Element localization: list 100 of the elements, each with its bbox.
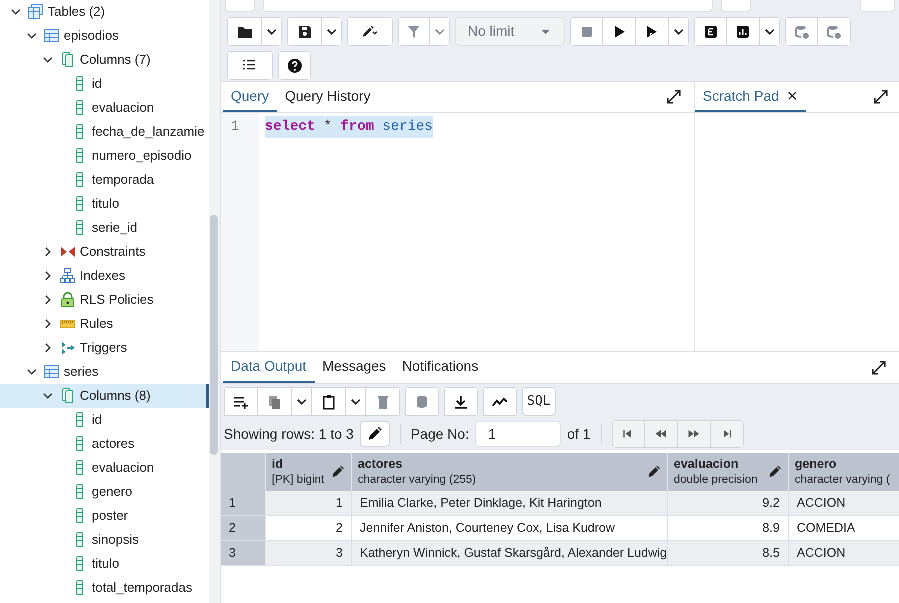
- save-data-button[interactable]: [405, 387, 439, 416]
- next-page-button[interactable]: [678, 420, 711, 448]
- column-header[interactable]: actores character varying (255): [352, 453, 668, 491]
- tree-item[interactable]: actores: [0, 432, 209, 456]
- tree-item[interactable]: Columns (7): [0, 48, 209, 72]
- paste-button[interactable]: [312, 387, 346, 416]
- filter-button[interactable]: [398, 17, 430, 46]
- tab[interactable]: Query History: [277, 82, 379, 112]
- column-header[interactable]: id [PK] bigint: [266, 453, 352, 491]
- tab[interactable]: Notifications: [394, 352, 487, 383]
- limit-dropdown[interactable]: No limit: [455, 17, 565, 46]
- column-header[interactable]: evaluacion double precision: [668, 453, 789, 491]
- tree-item[interactable]: id: [0, 72, 209, 96]
- tree-item[interactable]: titulo: [0, 552, 209, 576]
- dropdown-button[interactable]: [322, 17, 342, 46]
- explain-button[interactable]: [694, 17, 727, 46]
- tree-item[interactable]: Triggers: [0, 336, 209, 360]
- tree-item[interactable]: fecha_de_lanzamie: [0, 120, 209, 144]
- previous-page-button[interactable]: [644, 420, 678, 448]
- copy-button[interactable]: [258, 387, 292, 416]
- tree-item[interactable]: numero_episodio: [0, 144, 209, 168]
- chevron-down-icon[interactable]: [43, 55, 53, 65]
- hierarchy-icon: [60, 268, 76, 284]
- column-name: evaluacion: [674, 456, 740, 472]
- chevron-down-icon[interactable]: [27, 367, 37, 377]
- column-type: character varying (255): [358, 473, 478, 488]
- add-row-button[interactable]: [224, 387, 258, 416]
- execute-button[interactable]: [603, 17, 636, 46]
- tree-item[interactable]: Indexes: [0, 264, 209, 288]
- tree-item[interactable]: poster: [0, 504, 209, 528]
- letter-e-icon: [702, 24, 718, 40]
- table-cell: Katheryn Winnick, Gustaf Skarsgård, Alexander Ludwig: [352, 541, 668, 565]
- database-icon: [414, 394, 430, 410]
- tree-item[interactable]: genero: [0, 480, 209, 504]
- tree-item[interactable]: Constraints: [0, 240, 209, 264]
- chevron-right-icon[interactable]: [43, 271, 53, 281]
- tree-item[interactable]: evaluacion: [0, 96, 209, 120]
- page-number-field[interactable]: 1: [475, 421, 562, 447]
- tree-item[interactable]: RLS Policies: [0, 288, 209, 312]
- column-type: double precision: [674, 473, 759, 488]
- table-cell: ACCION: [789, 491, 899, 515]
- columns-icon: [60, 388, 76, 404]
- copy-icon: [266, 394, 282, 410]
- dropdown-button[interactable]: [262, 17, 282, 46]
- row-number: 1: [221, 491, 266, 515]
- chevron-right-icon[interactable]: [43, 343, 53, 353]
- first-page-button[interactable]: [612, 420, 645, 448]
- row-number: 3: [221, 541, 266, 565]
- bowtie-icon: [60, 244, 76, 260]
- tree-item[interactable]: Rules: [0, 312, 209, 336]
- edit-button[interactable]: [360, 421, 390, 447]
- tree-item[interactable]: episodios: [0, 24, 209, 48]
- scratch-pad-tab[interactable]: Scratch Pad ×: [695, 82, 806, 112]
- tab[interactable]: Messages: [314, 352, 394, 383]
- commit-button[interactable]: [785, 17, 818, 46]
- column-name: genero: [795, 456, 838, 472]
- tree-item[interactable]: titulo: [0, 192, 209, 216]
- tree-item[interactable]: sinopsis: [0, 528, 209, 552]
- dropdown-button[interactable]: [346, 387, 366, 416]
- dropdown-button[interactable]: [760, 17, 780, 46]
- floppy-icon: [296, 24, 312, 40]
- expand-arrows-icon: [666, 89, 682, 105]
- download-button[interactable]: [444, 387, 478, 416]
- open-file-button[interactable]: [227, 17, 262, 46]
- format-button[interactable]: [227, 51, 273, 80]
- tree-item[interactable]: serie_id: [0, 216, 209, 240]
- edit-button[interactable]: [347, 17, 393, 46]
- sql-button[interactable]: SQL: [522, 387, 556, 416]
- graph-button[interactable]: [483, 387, 517, 416]
- chevron-right-icon[interactable]: [43, 319, 53, 329]
- pencil-icon: [647, 465, 661, 479]
- tree-item[interactable]: evaluacion: [0, 456, 209, 480]
- pencil-icon: [331, 465, 345, 479]
- chevron-down-icon[interactable]: [27, 31, 37, 41]
- chevron-right-icon[interactable]: [43, 295, 53, 305]
- tree-item[interactable]: Tables (2): [0, 0, 209, 24]
- explain-analyze-button[interactable]: [727, 17, 760, 46]
- chevron-right-icon[interactable]: [43, 247, 53, 257]
- rollback-button[interactable]: [818, 17, 851, 46]
- fast-forward-icon: [688, 428, 700, 440]
- column-name: id: [272, 456, 284, 472]
- expand-arrows-icon: [873, 89, 889, 105]
- save-button[interactable]: [287, 17, 322, 46]
- close-button[interactable]: ×: [787, 87, 798, 105]
- scrollbar-thumb[interactable]: [210, 215, 218, 455]
- tree-item[interactable]: series: [0, 360, 209, 384]
- help-button[interactable]: [278, 51, 311, 80]
- tree-item[interactable]: id: [0, 408, 209, 432]
- execute-script-button[interactable]: [636, 17, 669, 46]
- pencil-icon: [768, 465, 782, 479]
- dropdown-button[interactable]: [669, 17, 689, 46]
- tree-item[interactable]: total_temporadas: [0, 576, 209, 600]
- dropdown-button[interactable]: [292, 387, 312, 416]
- tree-item[interactable]: Columns (8): [0, 384, 209, 408]
- chevron-down-icon[interactable]: [43, 391, 53, 401]
- pencil-caret-icon: [362, 24, 378, 40]
- last-page-button[interactable]: [710, 420, 744, 448]
- column-header[interactable]: genero character varying (: [789, 453, 899, 491]
- tree-item[interactable]: temporada: [0, 168, 209, 192]
- chevron-down-icon[interactable]: [11, 7, 21, 17]
